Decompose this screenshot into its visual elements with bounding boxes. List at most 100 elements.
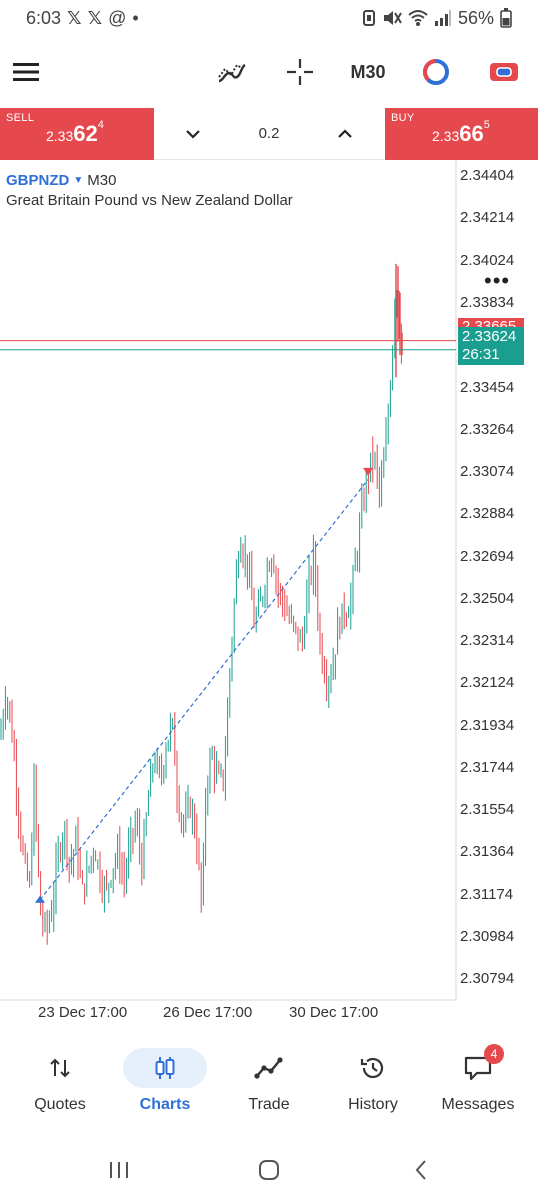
y-tick-label: 2.30984 bbox=[460, 927, 515, 945]
y-tick-label: 2.33454 bbox=[460, 378, 515, 396]
sell-price-prefix: 2.33 bbox=[46, 128, 74, 144]
new-order-button[interactable] bbox=[488, 50, 520, 94]
signal-icon bbox=[434, 10, 451, 26]
y-tick-label: 2.33074 bbox=[460, 463, 515, 481]
crosshair-button[interactable] bbox=[284, 50, 316, 94]
decrease-volume-button[interactable] bbox=[179, 120, 207, 148]
nav-charts[interactable]: Charts bbox=[113, 1042, 217, 1126]
chevron-up-icon bbox=[338, 129, 352, 138]
one-click-trading-button[interactable] bbox=[420, 50, 452, 94]
buy-price-prefix: 2.33 bbox=[432, 128, 460, 144]
buy-price-big: 66 bbox=[459, 121, 484, 146]
one-click-trade-panel: SELL 2.33624 0.2 BUY 2.33665 bbox=[0, 108, 538, 160]
y-tick-label: 2.33264 bbox=[460, 420, 515, 438]
buy-price-sup: 5 bbox=[483, 119, 490, 131]
y-tick-label: 2.34404 bbox=[460, 167, 515, 185]
nav-trade[interactable]: Trade bbox=[217, 1042, 321, 1126]
chevron-down-icon bbox=[186, 130, 200, 139]
y-tick-label: 2.32124 bbox=[460, 674, 515, 692]
increase-volume-button[interactable] bbox=[331, 120, 359, 148]
sell-label: SELL bbox=[6, 112, 35, 124]
nav-trade-label: Trade bbox=[248, 1096, 290, 1113]
bottom-navigation: Quotes Charts Trade History 4 Messages bbox=[0, 1042, 538, 1126]
candles-icon bbox=[155, 1057, 175, 1079]
caret-down-icon: ▼ bbox=[73, 175, 84, 186]
y-tick-label: 2.32504 bbox=[460, 589, 515, 607]
nav-trade-icon-wrap bbox=[227, 1048, 311, 1088]
x-tick-label: 30 Dec 17:00 bbox=[289, 1004, 379, 1021]
system-navigation bbox=[0, 1150, 538, 1190]
battery-percent: 56% bbox=[457, 7, 494, 28]
nav-charts-icon-wrap bbox=[123, 1048, 207, 1088]
back-icon bbox=[415, 1160, 426, 1180]
candlestick-chart[interactable] bbox=[0, 160, 538, 1030]
battery-icon bbox=[500, 8, 512, 28]
y-tick-label: 2.32314 bbox=[460, 632, 515, 650]
sort-arrows-icon bbox=[50, 1058, 70, 1078]
y-tick-label: 2.34024 bbox=[460, 251, 515, 269]
recent-apps-button[interactable] bbox=[104, 1156, 134, 1184]
price-chart[interactable]: GBPNZD ▼ M30 Great Britain Pound vs New … bbox=[0, 160, 538, 1030]
nav-messages[interactable]: 4 Messages bbox=[426, 1042, 530, 1126]
buy-button[interactable]: BUY 2.33665 bbox=[385, 108, 538, 160]
x-logo-icon: 𝕏 bbox=[67, 7, 82, 28]
nav-history-label: History bbox=[348, 1096, 398, 1113]
messages-badge: 4 bbox=[484, 1044, 504, 1064]
back-button[interactable] bbox=[406, 1156, 436, 1184]
home-button[interactable] bbox=[254, 1156, 284, 1184]
nav-messages-icon-wrap: 4 bbox=[436, 1044, 520, 1088]
symbol-header: GBPNZD ▼ M30 bbox=[6, 172, 116, 189]
sell-button[interactable]: SELL 2.33624 bbox=[0, 108, 154, 160]
trend-line-icon bbox=[254, 1057, 283, 1079]
menu-button[interactable] bbox=[10, 50, 42, 94]
volume-value[interactable]: 0.2 bbox=[244, 125, 294, 142]
buy-label: BUY bbox=[391, 112, 415, 124]
buy-arrow-marker bbox=[35, 895, 45, 903]
home-icon bbox=[259, 1160, 279, 1180]
y-tick-label: 2.33834 bbox=[460, 293, 515, 311]
x-logo-icon: 𝕏 bbox=[87, 7, 103, 28]
sell-price-big: 62 bbox=[73, 121, 98, 146]
more-options-icon[interactable]: ••• bbox=[484, 268, 510, 294]
indicators-icon bbox=[218, 63, 246, 83]
chart-toolbar: M30 bbox=[0, 40, 538, 104]
sell-arrow-marker bbox=[363, 467, 373, 476]
status-bar: 6:03 𝕏 𝕏 @ • 56% bbox=[0, 0, 538, 36]
y-tick-label: 2.32694 bbox=[460, 547, 515, 565]
symbol-timeframe: M30 bbox=[87, 172, 117, 189]
y-tick-label: 2.31174 bbox=[460, 885, 514, 903]
hamburger-icon bbox=[13, 63, 39, 81]
sell-price: 2.33624 bbox=[46, 119, 104, 147]
nav-history-icon-wrap bbox=[331, 1048, 415, 1088]
status-left: 6:03 𝕏 𝕏 @ • bbox=[26, 8, 139, 29]
mute-icon bbox=[383, 11, 402, 25]
battery-saver-icon bbox=[362, 10, 375, 26]
nav-history[interactable]: History bbox=[321, 1042, 425, 1126]
wifi-icon bbox=[408, 10, 428, 26]
timeframe-button[interactable]: M30 bbox=[344, 50, 392, 94]
buy-price: 2.33665 bbox=[432, 119, 490, 147]
nav-quotes[interactable]: Quotes bbox=[8, 1042, 112, 1126]
status-right: 56% bbox=[362, 8, 512, 29]
y-tick-label: 2.31364 bbox=[460, 843, 515, 861]
indicators-button[interactable] bbox=[216, 50, 248, 94]
clock: 6:03 bbox=[26, 7, 62, 28]
history-clock-icon bbox=[360, 1057, 384, 1079]
one-click-trading-icon bbox=[422, 58, 449, 85]
nav-quotes-label: Quotes bbox=[34, 1096, 86, 1113]
bar-countdown: 26:31 bbox=[462, 346, 500, 363]
bid-price-tag: 2.33624 26:31 bbox=[458, 327, 524, 365]
x-tick-label: 23 Dec 17:00 bbox=[38, 1004, 128, 1021]
bid-price-label: 2.33624 bbox=[462, 328, 517, 345]
y-tick-label: 2.30794 bbox=[460, 970, 515, 988]
symbol-description: Great Britain Pound vs New Zealand Dolla… bbox=[6, 192, 293, 209]
recent-apps-icon bbox=[110, 1162, 128, 1178]
y-tick-label: 2.31744 bbox=[460, 758, 515, 776]
symbol-selector[interactable]: GBPNZD bbox=[6, 172, 69, 189]
y-tick-label: 2.31554 bbox=[460, 801, 515, 819]
nav-messages-label: Messages bbox=[441, 1096, 515, 1113]
crosshair-icon bbox=[287, 59, 313, 85]
volume-selector: 0.2 bbox=[154, 108, 385, 160]
new-order-icon bbox=[490, 63, 518, 81]
sell-price-sup: 4 bbox=[97, 119, 104, 131]
